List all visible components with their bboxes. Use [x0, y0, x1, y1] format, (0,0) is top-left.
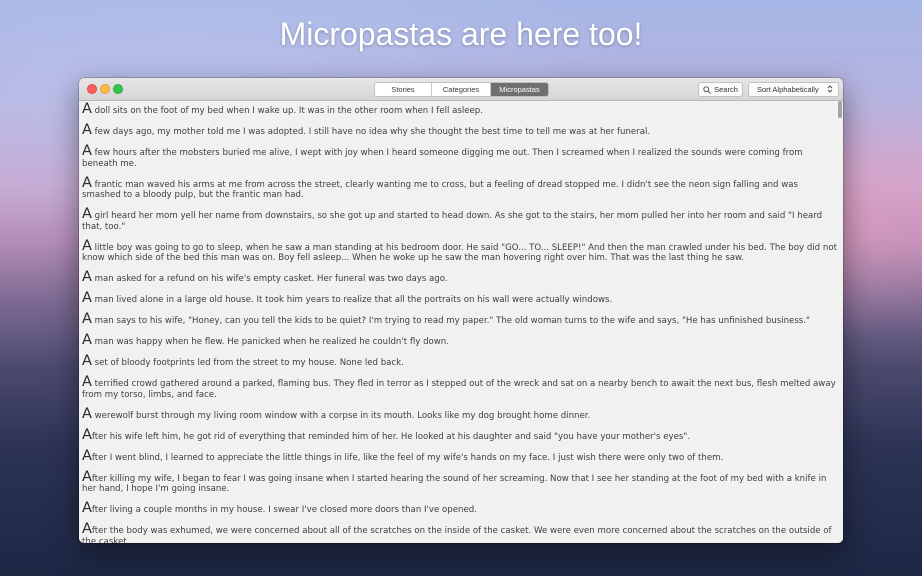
drop-cap-letter: A	[82, 311, 92, 328]
vertical-scrollbar-thumb[interactable]	[838, 101, 842, 118]
sort-selected-value: Sort Alphabetically	[757, 85, 819, 94]
list-item[interactable]: A man says to his wife, "Honey, can you …	[82, 311, 837, 328]
tab-categories[interactable]: Categories	[432, 83, 491, 96]
app-window: Stories Categories Micropastas Search So…	[79, 78, 843, 543]
drop-cap-letter: A	[82, 269, 92, 286]
story-text: set of bloody footprints led from the st…	[91, 358, 404, 369]
list-item[interactable]: A frantic man waved his arms at me from …	[82, 174, 837, 201]
drop-cap-letter: A	[82, 374, 92, 391]
stories-container: A doll sits on the foot of my bed when I…	[82, 101, 837, 543]
list-item[interactable]: A girl heard her mom yell her name from …	[82, 206, 837, 232]
zoom-window-button[interactable]	[113, 84, 123, 94]
search-button-label: Search	[714, 85, 738, 94]
list-item[interactable]: After living a couple months in my house…	[82, 500, 837, 517]
minimize-window-button[interactable]	[100, 84, 110, 94]
story-text: terrified crowd gathered around a parked…	[82, 379, 836, 400]
story-text: few days ago, my mother told me I was ad…	[91, 126, 651, 137]
list-item[interactable]: A set of bloody footprints led from the …	[82, 353, 837, 370]
title-bar: Stories Categories Micropastas Search So…	[79, 78, 843, 101]
drop-cap-letter: A	[82, 290, 92, 307]
drop-cap-letter: A	[82, 142, 92, 159]
drop-cap-letter: A	[82, 521, 92, 538]
story-text: little boy was going to go to sleep, whe…	[82, 242, 837, 264]
list-item[interactable]: A few days ago, my mother told me I was …	[82, 121, 837, 138]
tab-micropastas[interactable]: Micropastas	[491, 83, 548, 96]
list-item[interactable]: A few hours after the mobsters buried me…	[82, 142, 837, 169]
story-text: werewolf burst through my living room wi…	[91, 410, 591, 421]
list-item[interactable]: After I went blind, I learned to appreci…	[82, 447, 837, 464]
story-text: fter living a couple months in my house.…	[91, 505, 477, 516]
drop-cap-letter: A	[82, 405, 92, 422]
drop-cap-letter: A	[82, 174, 92, 191]
story-text: fter killing my wife, I began to fear I …	[82, 473, 827, 495]
list-item[interactable]: After killing my wife, I began to fear I…	[82, 468, 837, 495]
promo-headline: Micropastas are here too!	[279, 16, 643, 52]
search-button[interactable]: Search	[698, 82, 743, 97]
drop-cap-letter: A	[82, 206, 92, 223]
story-text: girl heard her mom yell her name from do…	[82, 211, 823, 232]
tab-stories[interactable]: Stories	[375, 83, 432, 96]
drop-cap-letter: A	[82, 468, 92, 485]
stories-list[interactable]: A doll sits on the foot of my bed when I…	[79, 101, 843, 543]
story-text: man says to his wife, "Honey, can you te…	[91, 316, 810, 327]
drop-cap-letter: A	[82, 426, 92, 443]
drop-cap-letter: A	[82, 121, 92, 138]
story-text: fter his wife left him, he got rid of ev…	[91, 431, 691, 442]
up-down-chevron-icon	[827, 85, 833, 93]
story-text: man asked for a refund on his wife's emp…	[91, 274, 448, 285]
list-item[interactable]: A doll sits on the foot of my bed when I…	[82, 101, 837, 117]
drop-cap-letter: A	[82, 500, 92, 517]
list-item[interactable]: A werewolf burst through my living room …	[82, 405, 837, 422]
drop-cap-letter: A	[82, 237, 92, 254]
story-text: man was happy when he flew. He panicked …	[91, 337, 449, 348]
section-segmented-control: Stories Categories Micropastas	[374, 82, 549, 97]
list-item[interactable]: After his wife left him, he got rid of e…	[82, 426, 837, 443]
list-item[interactable]: After the body was exhumed, we were conc…	[82, 521, 837, 543]
list-item[interactable]: A man lived alone in a large old house. …	[82, 290, 837, 307]
close-window-button[interactable]	[87, 84, 97, 94]
list-item[interactable]: A little boy was going to go to sleep, w…	[82, 237, 837, 264]
sort-popup-button[interactable]: Sort Alphabetically	[748, 82, 839, 97]
drop-cap-letter: A	[82, 447, 92, 464]
drop-cap-letter: A	[82, 332, 92, 349]
story-text: few hours after the mobsters buried me a…	[82, 147, 803, 169]
story-text: man lived alone in a large old house. It…	[91, 295, 613, 306]
story-text: fter the body was exhumed, we were conce…	[82, 526, 832, 543]
list-item[interactable]: A man was happy when he flew. He panicke…	[82, 332, 837, 349]
list-item[interactable]: A man asked for a refund on his wife's e…	[82, 269, 837, 286]
drop-cap-letter: A	[82, 353, 92, 370]
list-item[interactable]: A terrified crowd gathered around a park…	[82, 374, 837, 400]
story-text: doll sits on the foot of my bed when I w…	[91, 106, 483, 116]
story-text: frantic man waved his arms at me from ac…	[82, 179, 799, 201]
drop-cap-letter: A	[82, 101, 92, 117]
story-text: fter I went blind, I learned to apprecia…	[91, 452, 724, 463]
search-icon	[703, 85, 711, 94]
